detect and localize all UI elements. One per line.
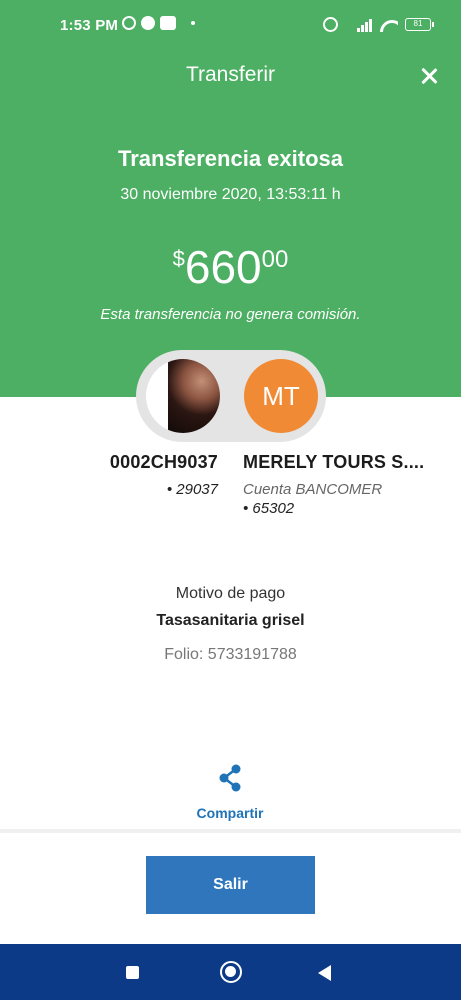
destination-account: MERELY TOURS S.... Cuenta BANCOMER • 653…: [243, 452, 424, 517]
exit-button[interactable]: Salir: [146, 856, 315, 914]
battery-icon: 81: [405, 18, 434, 31]
folio-number: Folio: 5733191788: [164, 646, 297, 663]
amount-currency: $: [172, 246, 185, 271]
android-nav-bar: [0, 944, 461, 1000]
signal-icon: [345, 18, 373, 32]
commission-note: Esta transferencia no genera comisión.: [100, 306, 361, 323]
transfer-amount: $66000: [0, 240, 461, 294]
destination-bank: Cuenta BANCOMER: [243, 481, 383, 498]
transfer-date: 30 noviembre 2020, 13:53:11 h: [120, 186, 341, 203]
status-time: 1:53 PM: [60, 17, 119, 34]
wifi-icon: [380, 18, 398, 32]
origin-account: 0002CH9037 • 29037: [110, 452, 218, 498]
origin-name: 0002CH9037: [109, 452, 218, 472]
facebook-icon: [141, 16, 155, 30]
origin-avatar: [146, 359, 220, 433]
success-title: Transferencia exitosa: [117, 146, 343, 171]
payment-reason-label: Motivo de pago: [175, 585, 286, 602]
divider: [0, 829, 461, 833]
home-icon[interactable]: [220, 961, 242, 983]
amount-decimals: 00: [261, 246, 289, 273]
share-icon: [219, 764, 241, 792]
share-button[interactable]: Compartir: [180, 760, 280, 826]
whatsapp-icon: [122, 16, 136, 30]
close-icon[interactable]: [419, 63, 439, 87]
message-icon: [160, 16, 176, 30]
alarm-icon: [323, 17, 338, 32]
recent-apps-icon[interactable]: [126, 966, 139, 979]
status-bar: 1:53 PM 81: [0, 0, 461, 56]
destination-account-number: • 65302: [243, 500, 295, 517]
back-icon[interactable]: [318, 965, 331, 981]
share-label: Compartir: [196, 805, 264, 821]
destination-name: MERELY TOURS S....: [243, 452, 425, 472]
destination-avatar: MT: [244, 359, 318, 433]
amount-integer: 660: [184, 241, 262, 293]
notification-dot-icon: [191, 21, 195, 25]
origin-account-number: • 29037: [166, 481, 218, 498]
payment-reason-value: Tasasanitaria grisel: [156, 612, 305, 629]
page-title: Transferir: [185, 63, 276, 86]
